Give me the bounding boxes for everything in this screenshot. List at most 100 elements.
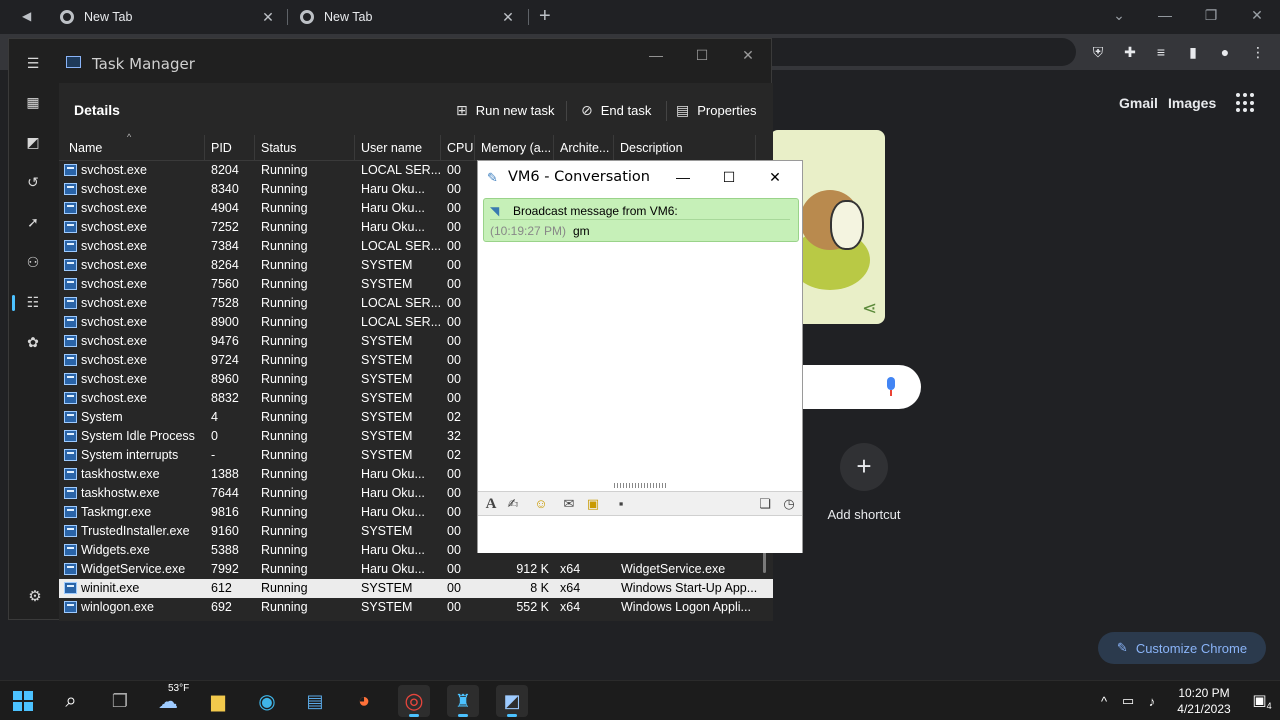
- column-header-memory[interactable]: Memory (a...: [475, 135, 554, 161]
- tab-close-icon[interactable]: ✕: [500, 9, 516, 26]
- message-timestamp: (10:19:27 PM): [490, 224, 567, 238]
- minimize-icon[interactable]: —: [1142, 0, 1188, 30]
- search-icon[interactable]: ⌕: [55, 685, 87, 717]
- address-bar[interactable]: [770, 38, 1076, 66]
- command-divider: [666, 101, 667, 121]
- customize-chrome-button[interactable]: ✎ Customize Chrome: [1098, 632, 1266, 664]
- performance-icon[interactable]: ◩: [23, 132, 43, 152]
- close-icon[interactable]: ✕: [725, 43, 771, 67]
- new-tab-icon[interactable]: +: [539, 5, 551, 28]
- end-task-button[interactable]: ⊘ End task: [581, 99, 651, 121]
- save-disk-icon[interactable]: ▪: [612, 495, 630, 513]
- restore-icon[interactable]: ❐: [1188, 0, 1234, 30]
- google-apps-icon[interactable]: [1236, 93, 1256, 113]
- run-new-task-button[interactable]: ⊞ Run new task: [456, 99, 555, 121]
- column-header-pid[interactable]: PID: [205, 135, 255, 161]
- table-row[interactable]: WidgetService.exe 7992 Running Haru Oku... 0…: [59, 560, 773, 579]
- maximize-icon[interactable]: ☐: [679, 43, 725, 67]
- cell-status: Running: [261, 448, 308, 462]
- chrome-menu-icon[interactable]: ⋮: [1248, 42, 1268, 62]
- table-header: Name ^ PID Status User name CPU Memory (…: [59, 132, 773, 161]
- minimize-icon[interactable]: —: [660, 165, 706, 189]
- services-puzzle-icon[interactable]: ✿: [23, 332, 43, 352]
- images-link[interactable]: Images: [1168, 95, 1216, 111]
- cell-user: LOCAL SER...: [361, 315, 441, 329]
- cell-status: Running: [261, 467, 308, 481]
- cell-cpu: 00: [447, 239, 461, 253]
- clock[interactable]: 10:20 PM 4/21/2023: [1164, 685, 1244, 717]
- properties-button[interactable]: ▤ Properties: [676, 99, 756, 121]
- details-list-icon[interactable]: ☷: [23, 292, 43, 312]
- add-shortcut-button[interactable]: +: [840, 443, 888, 491]
- task-manager-titlebar[interactable]: Task Manager — ☐ ✕: [9, 39, 771, 83]
- column-header-name[interactable]: Name: [63, 135, 205, 161]
- font-icon[interactable]: A: [482, 495, 500, 513]
- history-clock-icon[interactable]: ◷: [780, 495, 798, 513]
- cell-mem: 912 K: [516, 562, 549, 576]
- tab-search-icon[interactable]: ⌄: [1096, 0, 1142, 30]
- shield-extension-icon[interactable]: ⛨: [1088, 42, 1108, 62]
- microsoft-store-icon[interactable]: ▤: [299, 685, 331, 717]
- conversation-window: ✎ VM6 - Conversation — ☐ ✕ ◥ Broadcast m…: [477, 160, 803, 553]
- text-style-icon[interactable]: ✍: [504, 495, 522, 513]
- smiley-icon[interactable]: ☺: [532, 495, 550, 513]
- processes-icon[interactable]: ▦: [23, 92, 43, 112]
- close-icon[interactable]: ✕: [752, 165, 798, 189]
- minimize-icon[interactable]: —: [633, 43, 679, 67]
- column-header-description[interactable]: Description: [614, 135, 756, 161]
- tab-title: New Tab: [84, 10, 133, 24]
- column-header-user[interactable]: User name: [355, 135, 441, 161]
- copy-icon[interactable]: ❏: [756, 495, 774, 513]
- startup-apps-icon[interactable]: ➚: [23, 212, 43, 232]
- maximize-icon[interactable]: ☐: [706, 165, 752, 189]
- profile-avatar-icon[interactable]: ●: [1215, 42, 1235, 62]
- message-input[interactable]: [478, 517, 802, 553]
- app-history-icon[interactable]: ↺: [23, 172, 43, 192]
- column-header-cpu[interactable]: CPU: [441, 135, 475, 161]
- cell-pid: 8204: [211, 163, 239, 177]
- task-view-icon[interactable]: ❐: [104, 685, 136, 717]
- hamburger-menu-icon[interactable]: ☰: [23, 53, 43, 73]
- cell-name: wininit.exe: [81, 581, 140, 595]
- close-icon[interactable]: ✕: [1234, 0, 1280, 30]
- file-explorer-icon[interactable]: ▆: [202, 685, 234, 717]
- tab-new-tab-1[interactable]: New Tab ✕: [50, 0, 286, 34]
- gmail-link[interactable]: Gmail: [1119, 95, 1158, 111]
- cell-arch: x64: [560, 581, 581, 595]
- chrome-taskbar-icon[interactable]: ◎: [398, 685, 430, 717]
- chevron-up-icon[interactable]: ^: [1092, 694, 1116, 709]
- voice-search-mic-icon[interactable]: [884, 377, 898, 397]
- tab-new-tab-2[interactable]: New Tab ✕: [290, 0, 526, 34]
- nav-selection-indicator: [12, 295, 15, 311]
- settings-gear-icon[interactable]: ⚙: [25, 587, 45, 607]
- messenger-taskbar-icon[interactable]: ♜: [447, 685, 479, 717]
- cell-pid: 612: [211, 581, 232, 595]
- users-icon[interactable]: ⚇: [23, 252, 43, 272]
- tab-close-icon[interactable]: ✕: [260, 9, 276, 26]
- table-row[interactable]: wininit.exe 612 Running SYSTEM 00 8 K x64 Windo…: [59, 579, 773, 598]
- conversation-titlebar[interactable]: ✎ VM6 - Conversation — ☐ ✕: [478, 161, 802, 193]
- cell-pid: 7384: [211, 239, 239, 253]
- column-header-status[interactable]: Status: [255, 135, 355, 161]
- notification-icon[interactable]: ▣4: [1244, 691, 1280, 711]
- volume-icon[interactable]: ♪: [1140, 694, 1164, 709]
- extensions-puzzle-icon[interactable]: ✚: [1120, 42, 1140, 62]
- cell-name: winlogon.exe: [81, 600, 154, 614]
- side-panel-icon[interactable]: ▮: [1183, 42, 1203, 62]
- tab-audio-icon[interactable]: ◀: [22, 9, 31, 23]
- share-icon[interactable]: ⋖: [862, 298, 877, 319]
- start-button[interactable]: [7, 685, 39, 717]
- splitter-grip[interactable]: [614, 483, 668, 488]
- cell-cpu: 00: [447, 258, 461, 272]
- media-queue-icon[interactable]: ≡: [1151, 42, 1171, 62]
- network-icon[interactable]: ▭: [1116, 693, 1140, 709]
- column-header-architecture[interactable]: Archite...: [554, 135, 614, 161]
- folder-icon[interactable]: ▣: [584, 495, 602, 513]
- firefox-icon[interactable]: ◕: [348, 685, 380, 717]
- tab-divider: [528, 9, 529, 25]
- attach-file-icon[interactable]: ✉: [560, 495, 578, 513]
- table-row[interactable]: winlogon.exe 692 Running SYSTEM 00 552 K x64 Wi…: [59, 598, 773, 617]
- edge-browser-icon[interactable]: ◉: [251, 685, 283, 717]
- cell-status: Running: [261, 315, 308, 329]
- task-manager-taskbar-icon[interactable]: ◩: [496, 685, 528, 717]
